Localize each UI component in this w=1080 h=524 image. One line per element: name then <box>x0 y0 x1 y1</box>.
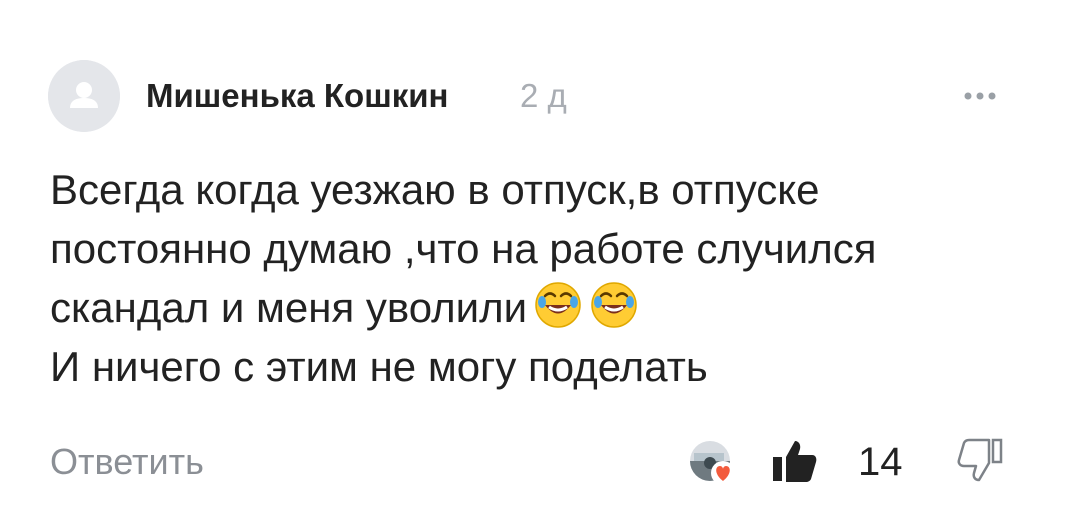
user-placeholder-icon <box>48 60 120 132</box>
avatar[interactable] <box>48 60 120 132</box>
thumbs-down-outline-icon <box>957 438 1003 482</box>
heart-badge-icon <box>711 461 735 485</box>
more-dots-icon <box>964 92 996 100</box>
comment-line: Всегда когда уезжаю в отпуск,в отпуске <box>50 166 820 213</box>
comment-line-with-emoji: скандал и меня уволили <box>50 278 1050 337</box>
more-options-button[interactable] <box>960 84 1008 108</box>
comment-line: И ничего с этим не могу поделать <box>50 343 708 390</box>
author-name[interactable]: Мишенька Кошкин <box>146 74 448 118</box>
like-button[interactable] <box>771 437 819 485</box>
comment-line: постоянно думаю ,что на работе случился <box>50 225 877 272</box>
comment-line-text: скандал и меня уволили <box>50 284 528 331</box>
dislike-button[interactable] <box>956 436 1004 484</box>
thumbs-up-filled-icon <box>773 441 817 482</box>
reply-button[interactable]: Ответить <box>50 440 204 484</box>
comment-text: Всегда когда уезжаю в отпуск,в отпуске п… <box>50 160 1050 396</box>
rolling-laughing-emoji-icon <box>535 282 581 328</box>
rolling-laughing-emoji-icon <box>591 282 637 328</box>
reactors-avatar[interactable] <box>688 439 738 487</box>
likes-count: 14 <box>858 440 903 484</box>
comment-time: 2 д <box>520 77 567 114</box>
